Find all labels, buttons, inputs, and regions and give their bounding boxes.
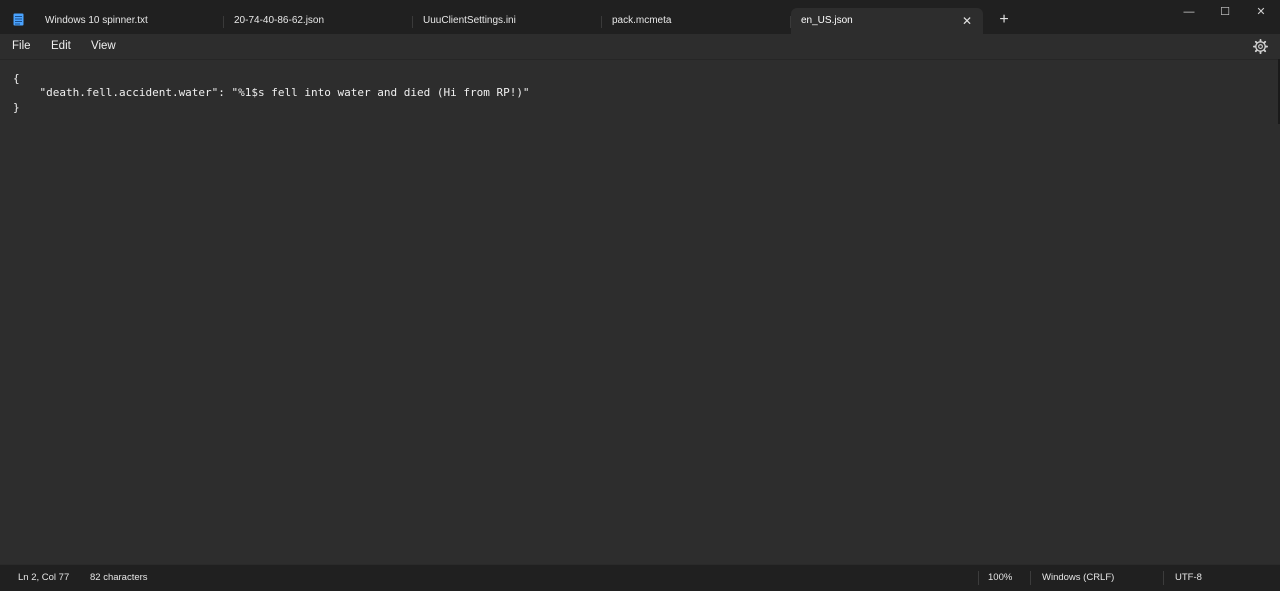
editor-line-1: { [13,72,20,85]
notepad-icon [13,13,24,26]
status-divider [978,571,979,585]
editor-line-2: "death.fell.accident.water": "%1$s fell … [13,86,530,99]
tab-label: en_US.json [801,15,853,26]
maximize-button[interactable]: ☐ [1207,0,1243,24]
gear-icon[interactable] [1253,39,1268,54]
tab-windows-10-spinner[interactable]: Windows 10 spinner.txt [35,8,224,34]
status-bar: Ln 2, Col 77 82 characters 100% Windows … [0,564,1280,590]
line-ending[interactable]: Windows (CRLF) [1042,565,1114,591]
menu-edit[interactable]: Edit [51,34,71,59]
tab-en-us-json[interactable]: en_US.json ✕ [791,8,983,34]
minimize-button[interactable]: — [1171,0,1207,24]
tab-label: 20-74-40-86-62.json [234,15,325,26]
tab-label: UuuClientSettings.ini [423,15,516,26]
close-tab-icon[interactable]: ✕ [959,8,975,34]
tab-pack-mcmeta[interactable]: pack.mcmeta [602,8,791,34]
zoom-level[interactable]: 100% [988,565,1012,591]
menu-file[interactable]: File [12,34,31,59]
encoding[interactable]: UTF-8 [1175,565,1202,591]
menu-view[interactable]: View [91,34,116,59]
title-bar: Windows 10 spinner.txt 20-74-40-86-62.js… [0,0,1280,34]
new-tab-button[interactable]: + [996,11,1012,29]
character-count: 82 characters [90,572,148,583]
editor-line-3: } [13,101,20,114]
tab-uuuclientsettings[interactable]: UuuClientSettings.ini [413,8,602,34]
status-divider [1163,571,1164,585]
tab-label: Windows 10 spinner.txt [45,15,148,26]
status-divider [1030,571,1031,585]
tab-label: pack.mcmeta [612,15,672,26]
cursor-position: Ln 2, Col 77 [18,572,70,583]
notepad-window: Windows 10 spinner.txt 20-74-40-86-62.js… [0,0,1280,590]
tab-20-74-40-86-62[interactable]: 20-74-40-86-62.json [224,8,413,34]
close-window-button[interactable]: ✕ [1243,0,1279,24]
menu-bar: File Edit View [0,34,1280,59]
text-editor[interactable]: { "death.fell.accident.water": "%1$s fel… [0,59,1280,564]
